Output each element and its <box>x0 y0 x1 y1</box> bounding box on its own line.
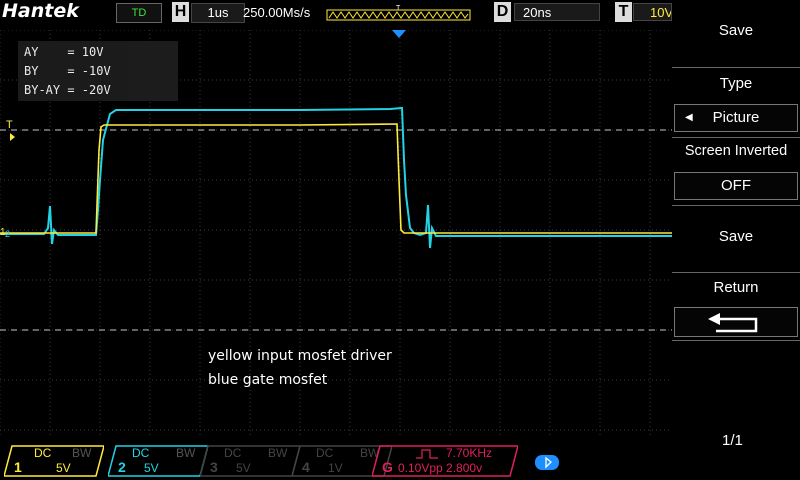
horizontal-label: H <box>172 2 189 22</box>
channel-3-bw: BW <box>268 446 288 460</box>
trigger-level-value[interactable]: 10V <box>633 3 672 21</box>
generator-amplitude: 0.10Vpp 2.800v <box>398 461 483 475</box>
channel-bar: 1 DC BW 5V 2 DC BW 5V 3 DC BW 5V 4 DC BW… <box>0 440 672 480</box>
channel-3-number: 3 <box>210 459 218 475</box>
trigger-level-marker: T <box>6 119 13 131</box>
save-button[interactable]: Save <box>674 228 798 250</box>
trigger-level-arrow <box>10 133 15 141</box>
annotation-yellow: yellow input mosfet driver <box>208 348 392 364</box>
waveform-display[interactable]: T 1 2 AY = 10V BY = -10V BY-AY = -20V ye… <box>0 30 672 436</box>
menu-title-save: Save <box>718 22 754 39</box>
trigger-position-marker: T <box>396 5 401 12</box>
channel-2-number: 2 <box>118 459 126 475</box>
channel-4-number: 4 <box>302 459 310 475</box>
channel-1-bw: BW <box>72 446 92 460</box>
measure-delta: BY-AY = -20V <box>24 83 111 97</box>
channel-4-scale: 1V <box>328 461 343 475</box>
measure-ay: AY = 10V <box>24 45 104 59</box>
save-menu: Save Type ◀ Picture Screen Inverted OFF … <box>672 0 800 480</box>
ch2-ground-marker: 2 <box>5 229 10 239</box>
generator-box[interactable]: G 7.70KHz 0.10Vpp 2.800v <box>372 445 518 477</box>
channel-1-number: 1 <box>14 459 22 475</box>
channel-2-box[interactable]: 2 DC BW 5V <box>108 445 208 477</box>
annotation-blue: blue gate mosfet <box>208 372 328 388</box>
channel-2-bw: BW <box>176 446 196 460</box>
type-label: Type <box>719 75 753 92</box>
return-label: Return <box>713 279 759 296</box>
channel-3-coupling: DC <box>224 446 242 460</box>
chevron-left-icon: ◀ <box>685 112 693 123</box>
channel-1-coupling: DC <box>34 446 52 460</box>
trigger-point-icon <box>392 30 406 38</box>
bluetooth-icon[interactable] <box>535 454 561 472</box>
generator-frequency: 7.70KHz <box>446 446 493 460</box>
channel-4-coupling: DC <box>316 446 334 460</box>
trigger-label: T <box>615 2 632 22</box>
timebase-value[interactable]: 1us <box>191 3 245 23</box>
brand-logo: Hantek <box>2 0 79 22</box>
cursor-measurement-panel: AY = 10V BY = -10V BY-AY = -20V <box>18 41 178 101</box>
delay-label: D <box>494 2 511 22</box>
channel-3-scale: 5V <box>236 461 251 475</box>
status-bar: Hantek TD H 1us 250.00Ms/s T D 20ns T 10… <box>0 0 672 26</box>
channel-2-coupling: DC <box>132 446 150 460</box>
delay-value[interactable]: 20ns <box>514 3 600 21</box>
channel-2-scale: 5V <box>144 461 159 475</box>
menu-page-indicator: 1/1 <box>722 432 743 449</box>
type-value: Picture <box>712 109 760 126</box>
sample-rate: 250.00Ms/s <box>243 5 311 20</box>
channel-1-box[interactable]: 1 DC BW 5V <box>4 445 104 477</box>
screen-inverted-toggle[interactable]: OFF <box>674 172 798 200</box>
return-button[interactable] <box>674 307 798 337</box>
square-wave-icon <box>416 449 438 459</box>
trigger-position-bar[interactable]: T <box>326 4 472 22</box>
screen-inverted-label: Screen Inverted <box>684 143 788 159</box>
return-arrow-icon <box>708 313 758 333</box>
measure-by: BY = -10V <box>24 64 111 78</box>
type-selector[interactable]: ◀ Picture <box>674 104 798 132</box>
generator-label: G <box>382 459 393 475</box>
channel-3-box[interactable]: 3 DC BW 5V <box>200 445 300 477</box>
channel-1-scale: 5V <box>56 461 71 475</box>
mode-badge[interactable]: TD <box>116 3 162 23</box>
